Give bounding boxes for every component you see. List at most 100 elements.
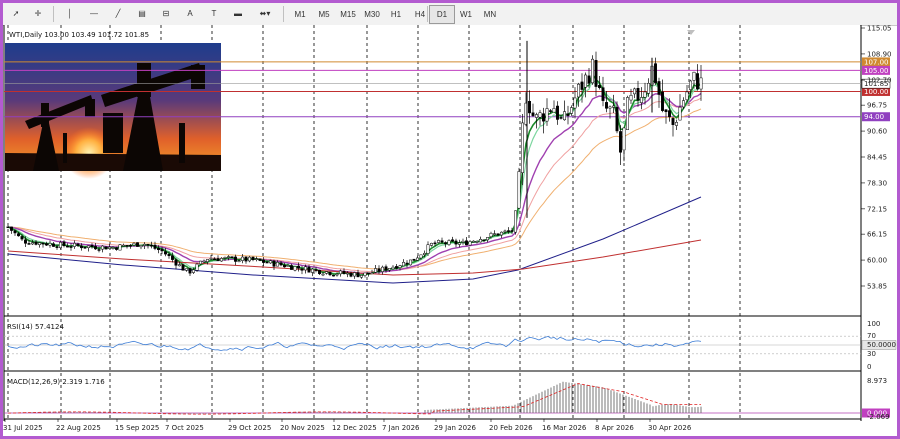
candle-body	[255, 258, 258, 260]
candle-body	[647, 83, 650, 94]
candle-body	[605, 102, 608, 109]
candle-body	[356, 272, 360, 278]
candle-body	[388, 268, 391, 271]
candle-body	[493, 233, 496, 235]
candle-body	[416, 257, 419, 261]
candle-body	[262, 259, 265, 263]
price-tick-label: 78.30	[867, 179, 887, 187]
candle-body	[458, 242, 461, 245]
candle-body	[237, 260, 241, 263]
candle-body	[122, 244, 125, 247]
candle-body	[472, 240, 475, 243]
candle-body	[675, 122, 678, 126]
candle-body	[566, 113, 570, 116]
candle-body	[367, 272, 370, 275]
candle-body	[150, 244, 153, 247]
macd-label: MACD(12,26,9) 2.319 1.716	[7, 378, 105, 386]
candle-body	[559, 117, 563, 119]
candle-body	[339, 270, 342, 275]
candle-body	[573, 97, 577, 109]
candle-body	[45, 243, 48, 246]
candle-body	[87, 245, 90, 249]
candle-body	[461, 240, 465, 243]
candle-body	[325, 271, 328, 274]
price-tick-label: 115.05	[867, 25, 892, 33]
candle-body	[286, 265, 290, 267]
candle-body	[342, 271, 346, 274]
candle-body	[314, 269, 318, 271]
candle-body	[90, 245, 94, 248]
window-frame: ➚ ✛ │ — ╱ ▤ ⊟ A T ▬ ⬌▾ M1 M5 M15 M30 H1 …	[0, 0, 900, 439]
candle-body	[300, 268, 304, 271]
candle-body	[661, 91, 664, 111]
candle-body	[192, 269, 195, 273]
candle-body	[591, 58, 594, 84]
candle-body	[10, 226, 13, 231]
candle-body	[118, 244, 122, 251]
candle-body	[360, 275, 363, 278]
date-label: 12 Dec 2025	[332, 424, 377, 432]
candle-body	[640, 97, 643, 103]
candle-body	[290, 265, 293, 270]
candle-body	[97, 249, 101, 251]
candle-body	[139, 245, 143, 248]
candle-body	[570, 107, 573, 114]
candle-body	[76, 243, 80, 246]
candle-body	[678, 106, 682, 121]
candle-body	[55, 246, 59, 248]
date-label: 7 Jan 2026	[382, 424, 420, 432]
candle-body	[454, 240, 458, 245]
candle-body	[426, 244, 430, 254]
rsi-tick-label: 100	[867, 320, 880, 328]
candle-body	[304, 266, 307, 271]
candle-body	[346, 272, 349, 275]
candle-body	[185, 268, 188, 271]
candle-body	[227, 256, 230, 258]
date-label: 31 Jul 2025	[3, 424, 43, 432]
candle-body	[626, 97, 629, 130]
candle-body	[563, 111, 566, 121]
candle-body	[510, 230, 514, 232]
candle-body	[244, 256, 248, 262]
candle-body	[167, 254, 171, 257]
candle-body	[594, 60, 598, 87]
candle-body	[335, 273, 339, 276]
candle-body	[13, 230, 17, 234]
candle-body	[38, 242, 41, 245]
candle-body	[283, 264, 286, 268]
macd-tick-label: -2.069	[867, 413, 890, 421]
candle-body	[580, 81, 584, 90]
candle-body	[496, 233, 500, 236]
candle-body	[293, 266, 297, 271]
candle-body	[332, 274, 335, 277]
candle-body	[20, 236, 24, 240]
candle-body	[230, 256, 234, 258]
candle-body	[132, 242, 136, 246]
level-tag-label: 107.00	[864, 58, 889, 66]
date-label: 20 Nov 2025	[280, 424, 325, 432]
candle-body	[486, 237, 489, 241]
candle-body	[608, 106, 612, 109]
candle-body	[104, 246, 108, 250]
candle-body	[157, 247, 160, 251]
candle-body	[412, 258, 416, 261]
candle-body	[220, 258, 223, 262]
candle-body	[500, 231, 503, 236]
price-tick-label: 66.15	[867, 231, 887, 239]
candle-body	[612, 105, 615, 108]
candle-body	[437, 240, 440, 243]
candle-body	[535, 114, 538, 118]
candle-body	[440, 240, 444, 243]
rsi-indicator: 100 7050.000030 0	[4, 320, 897, 371]
candle-body	[657, 81, 661, 95]
price-chart[interactable]: 107.00105.00100.0094.00101.85 1007050.00…	[3, 3, 897, 436]
candle-body	[503, 230, 507, 233]
candle-body	[598, 85, 601, 88]
date-label: 20 Feb 2026	[489, 424, 533, 432]
candle-body	[279, 262, 283, 266]
candle-body	[41, 242, 45, 245]
candle-body	[391, 266, 395, 270]
candle-body	[587, 75, 591, 84]
candle-body	[52, 243, 55, 247]
candle-body	[475, 241, 479, 243]
